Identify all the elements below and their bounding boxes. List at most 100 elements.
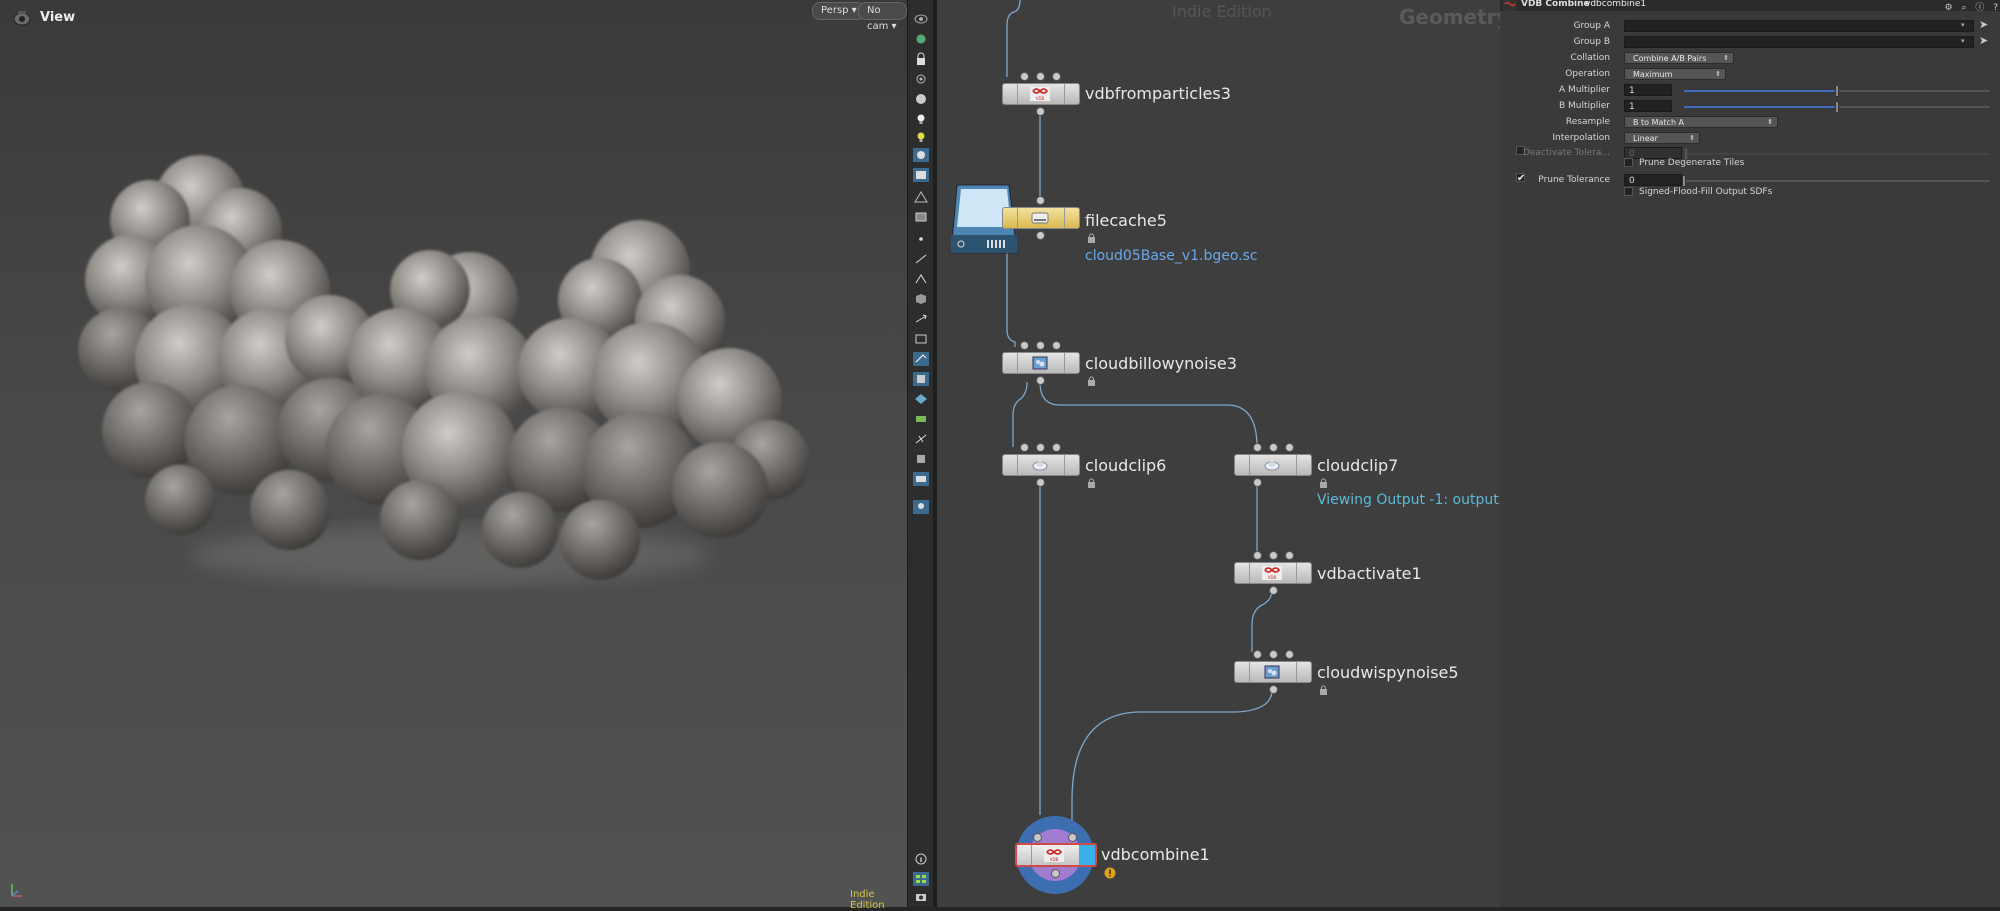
point-select-icon[interactable] (913, 232, 929, 246)
node-cloudwispynoise5[interactable] (1234, 661, 1312, 683)
b-multiplier-field[interactable]: 1 (1624, 100, 1672, 112)
operation-menu[interactable]: Maximum ⬍ (1624, 68, 1726, 80)
input-connector[interactable] (1052, 341, 1061, 350)
group-b-select-arrow-icon[interactable]: ➤ (1979, 34, 1988, 47)
node-label[interactable]: vdbactivate1 (1317, 564, 1422, 583)
input-connector[interactable] (1253, 650, 1262, 659)
uv-icon[interactable] (913, 332, 929, 346)
display-options-icon[interactable] (913, 148, 929, 162)
output-connector[interactable] (1036, 376, 1045, 385)
edge-select-icon[interactable] (913, 252, 929, 266)
input-connector[interactable] (1020, 443, 1029, 452)
input-connector[interactable] (1269, 551, 1278, 560)
gear-icon[interactable]: ⚙ (1944, 3, 1952, 13)
node-vdbfromparticles3[interactable]: VDB (1002, 83, 1080, 105)
input-connector[interactable] (1269, 650, 1278, 659)
input-connector[interactable] (1285, 551, 1294, 560)
node-cloudclip6[interactable] (1002, 454, 1080, 476)
lock-camera-icon[interactable] (913, 52, 929, 66)
prune-tolerance-slider-handle[interactable] (1682, 175, 1686, 187)
input-connector[interactable] (1253, 443, 1262, 452)
output-connector[interactable] (1253, 478, 1262, 487)
output-connector[interactable] (1036, 231, 1045, 240)
a-multiplier-field[interactable]: 1 (1624, 84, 1672, 96)
visibility-icon[interactable] (913, 12, 929, 26)
lasso-select-icon[interactable] (913, 352, 929, 366)
output-connector[interactable] (1036, 107, 1045, 116)
node-label[interactable]: cloudclip7 (1317, 456, 1398, 475)
input-connector[interactable] (1036, 72, 1045, 81)
input-connector[interactable] (1253, 551, 1262, 560)
scene-viewport[interactable]: View Persp ▾ No cam ▾ Indie Edition (0, 0, 907, 911)
input-connector[interactable] (1052, 72, 1061, 81)
node-label[interactable]: cloudclip6 (1085, 456, 1166, 475)
node-label[interactable]: vdbfromparticles3 (1085, 84, 1231, 103)
network-editor[interactable]: Indie Edition Geometry VDB vdbfrompartic… (937, 0, 1500, 907)
input-connector[interactable] (1036, 196, 1045, 205)
info-icon[interactable] (913, 852, 929, 866)
snapshot-icon[interactable] (913, 890, 929, 904)
input-connector[interactable] (1033, 833, 1042, 842)
node-label[interactable]: cloudwispynoise5 (1317, 663, 1459, 682)
pin-icon[interactable] (913, 500, 929, 514)
texture-icon[interactable] (913, 372, 929, 386)
primitive-select-icon[interactable] (913, 272, 929, 286)
a-multiplier-slider-handle[interactable] (1835, 85, 1839, 97)
render-region-icon[interactable] (913, 452, 929, 466)
output-connector[interactable] (1269, 586, 1278, 595)
background-icon[interactable] (913, 168, 929, 182)
help-icon[interactable]: ? (1993, 3, 1998, 13)
flipbook-icon[interactable] (913, 472, 929, 486)
interpolation-menu[interactable]: Linear ⬍ (1624, 132, 1700, 144)
node-name-field[interactable]: vdbcombine1 (1585, 0, 1646, 9)
node-vdbcombine1[interactable]: VDB (1015, 843, 1097, 867)
input-connector[interactable] (1036, 443, 1045, 452)
output-connector[interactable] (1269, 685, 1278, 694)
headlight-icon[interactable] (913, 130, 929, 144)
guide-icon[interactable] (913, 412, 929, 426)
prune-tolerance-field[interactable]: 0 (1624, 174, 1682, 186)
input-connector[interactable] (1285, 443, 1294, 452)
prune-degenerate-checkbox[interactable] (1624, 158, 1633, 167)
output-connector[interactable] (1036, 478, 1045, 487)
group-b-field[interactable] (1624, 36, 1974, 48)
group-a-select-arrow-icon[interactable]: ➤ (1979, 18, 1988, 31)
info-icon[interactable]: ⓘ (1975, 3, 1984, 13)
prune-tolerance-slider[interactable] (1684, 180, 1990, 182)
output-connector[interactable] (1051, 869, 1060, 878)
node-cloudclip7[interactable] (1234, 454, 1312, 476)
node-label[interactable]: cloudbillowynoise3 (1085, 354, 1237, 373)
resample-menu[interactable]: B to Match A ⬍ (1624, 116, 1778, 128)
signed-flood-fill-checkbox[interactable] (1624, 187, 1633, 196)
snap-grid-icon[interactable] (913, 190, 929, 204)
display-flag[interactable] (1079, 845, 1095, 865)
input-connector[interactable] (1052, 443, 1061, 452)
b-multiplier-slider-handle[interactable] (1835, 101, 1839, 113)
camera-icon[interactable] (913, 72, 929, 86)
collation-menu[interactable]: Combine A/B Pairs ⬍ (1624, 52, 1734, 64)
ghost-objects-icon[interactable] (913, 32, 929, 46)
node-vdbactivate1[interactable]: VDB (1234, 562, 1312, 584)
group-a-dropdown-icon[interactable]: ▾ (1961, 21, 1965, 29)
node-label[interactable]: filecache5 (1085, 211, 1167, 230)
node-label[interactable]: vdbcombine1 (1101, 845, 1210, 864)
group-a-field[interactable] (1624, 20, 1974, 32)
wireframe-icon[interactable] (913, 392, 929, 406)
input-connector[interactable] (1020, 72, 1029, 81)
normals-icon[interactable] (913, 312, 929, 326)
input-connector[interactable] (1036, 341, 1045, 350)
input-connector[interactable] (1068, 833, 1077, 842)
search-icon[interactable]: ⌕ (1961, 3, 1966, 13)
node-filecache5[interactable] (1002, 207, 1080, 229)
input-connector[interactable] (1285, 650, 1294, 659)
prune-tolerance-toggle[interactable]: ✔ (1516, 173, 1525, 184)
measure-icon[interactable] (913, 432, 929, 446)
layout-grid-icon[interactable] (913, 872, 929, 886)
input-connector[interactable] (1020, 341, 1029, 350)
selection-mode-icon[interactable] (913, 210, 929, 224)
smooth-shading-icon[interactable] (913, 92, 929, 106)
input-connector[interactable] (1269, 443, 1278, 452)
deactivate-tolerance-slider[interactable] (1684, 153, 1990, 155)
node-cloudbillowynoise3[interactable] (1002, 352, 1080, 374)
light-icon[interactable] (913, 112, 929, 126)
